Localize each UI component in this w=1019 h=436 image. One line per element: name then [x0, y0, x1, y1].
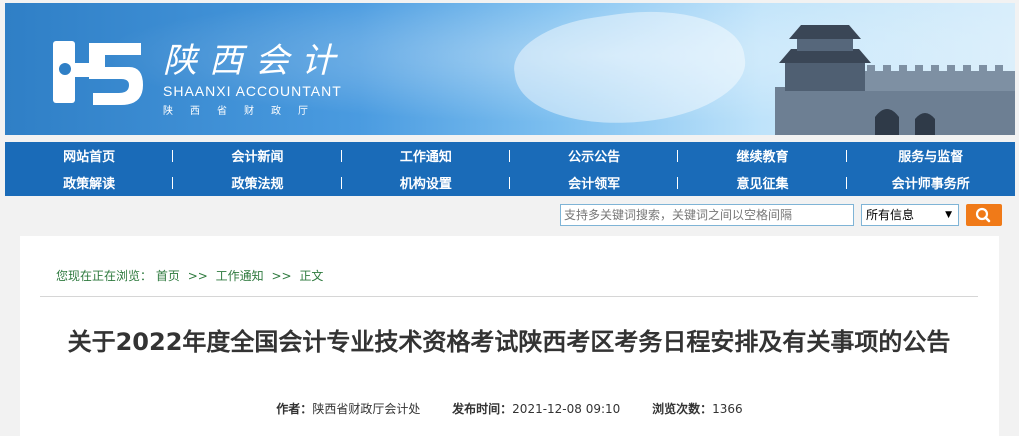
breadcrumb-divider	[40, 296, 978, 297]
logo-icon	[53, 41, 143, 105]
breadcrumb-current[interactable]: 正文	[299, 269, 323, 283]
meta-author: 作者：陕西省财政厅会计处	[276, 402, 424, 416]
nav-item-education[interactable]: 继续教育	[678, 146, 847, 165]
meta-views: 浏览次数：1366	[652, 402, 743, 416]
nav-item-policy-interpretation[interactable]: 政策解读	[5, 173, 174, 192]
dropdown-arrow-icon: ▼	[945, 210, 952, 220]
meta-published: 发布时间：2021-12-08 09:10	[452, 402, 624, 416]
search-input[interactable]	[560, 204, 854, 226]
nav-item-regulations[interactable]: 政策法规	[173, 173, 342, 192]
city-wall-illustration	[775, 25, 1015, 135]
article-title: 关于2022年度全国会计专业技术资格考试陕西考区考务日程安排及有关事项的公告	[67, 328, 951, 356]
article-meta: 作者：陕西省财政厅会计处 发布时间：2021-12-08 09:10 浏览次数：…	[20, 400, 999, 417]
breadcrumb: 您现在正在浏览： 首页 >> 工作通知 >> 正文	[56, 267, 323, 284]
breadcrumb-separator: >>	[271, 269, 292, 283]
author-label: 作者：	[276, 402, 313, 416]
nav-item-organization[interactable]: 机构设置	[342, 173, 511, 192]
nav-item-feedback[interactable]: 意见征集	[678, 173, 847, 192]
nav-item-announcements[interactable]: 公示公告	[510, 146, 679, 165]
views-value: 1366	[712, 402, 743, 416]
brand-chinese-name: 陕西会计	[163, 41, 347, 81]
search-icon	[975, 207, 991, 223]
breadcrumb-notices[interactable]: 工作通知	[216, 269, 264, 283]
author-value: 陕西省财政厅会计处	[312, 402, 421, 416]
brand-subtitle: 陕西省财政厅	[163, 106, 325, 117]
search-scope-select[interactable]: 所有信息 ▼	[861, 204, 959, 226]
brand-english-name: SHAANXI ACCOUNTANT	[163, 83, 342, 99]
nav-item-leaders[interactable]: 会计领军	[510, 173, 679, 192]
main-navigation: 网站首页 会计新闻 工作通知 公示公告 继续教育 服务与监督 政策解读 政策法规…	[5, 142, 1015, 196]
nav-row-primary: 网站首页 会计新闻 工作通知 公示公告 继续教育 服务与监督	[5, 142, 1015, 169]
search-button[interactable]	[966, 204, 1002, 226]
views-label: 浏览次数：	[652, 402, 713, 416]
search-scope-value: 所有信息	[866, 208, 915, 222]
nav-item-service[interactable]: 服务与监督	[847, 146, 1015, 165]
published-label: 发布时间：	[452, 402, 513, 416]
published-value: 2021-12-08 09:10	[512, 402, 621, 416]
breadcrumb-separator: >>	[187, 269, 208, 283]
article-container: 您现在正在浏览： 首页 >> 工作通知 >> 正文 关于2022年度全国会计专业…	[20, 236, 999, 436]
nav-item-firms[interactable]: 会计师事务所	[847, 173, 1015, 192]
breadcrumb-home[interactable]: 首页	[156, 269, 180, 283]
nav-item-news[interactable]: 会计新闻	[173, 146, 342, 165]
nav-row-secondary: 政策解读 政策法规 机构设置 会计领军 意见征集 会计师事务所	[5, 169, 1015, 196]
breadcrumb-prefix: 您现在正在浏览：	[56, 269, 153, 283]
site-banner: 陕西会计 SHAANXI ACCOUNTANT 陕西省财政厅	[5, 3, 1015, 135]
nav-item-notices[interactable]: 工作通知	[342, 146, 511, 165]
nav-item-home[interactable]: 网站首页	[5, 146, 174, 165]
